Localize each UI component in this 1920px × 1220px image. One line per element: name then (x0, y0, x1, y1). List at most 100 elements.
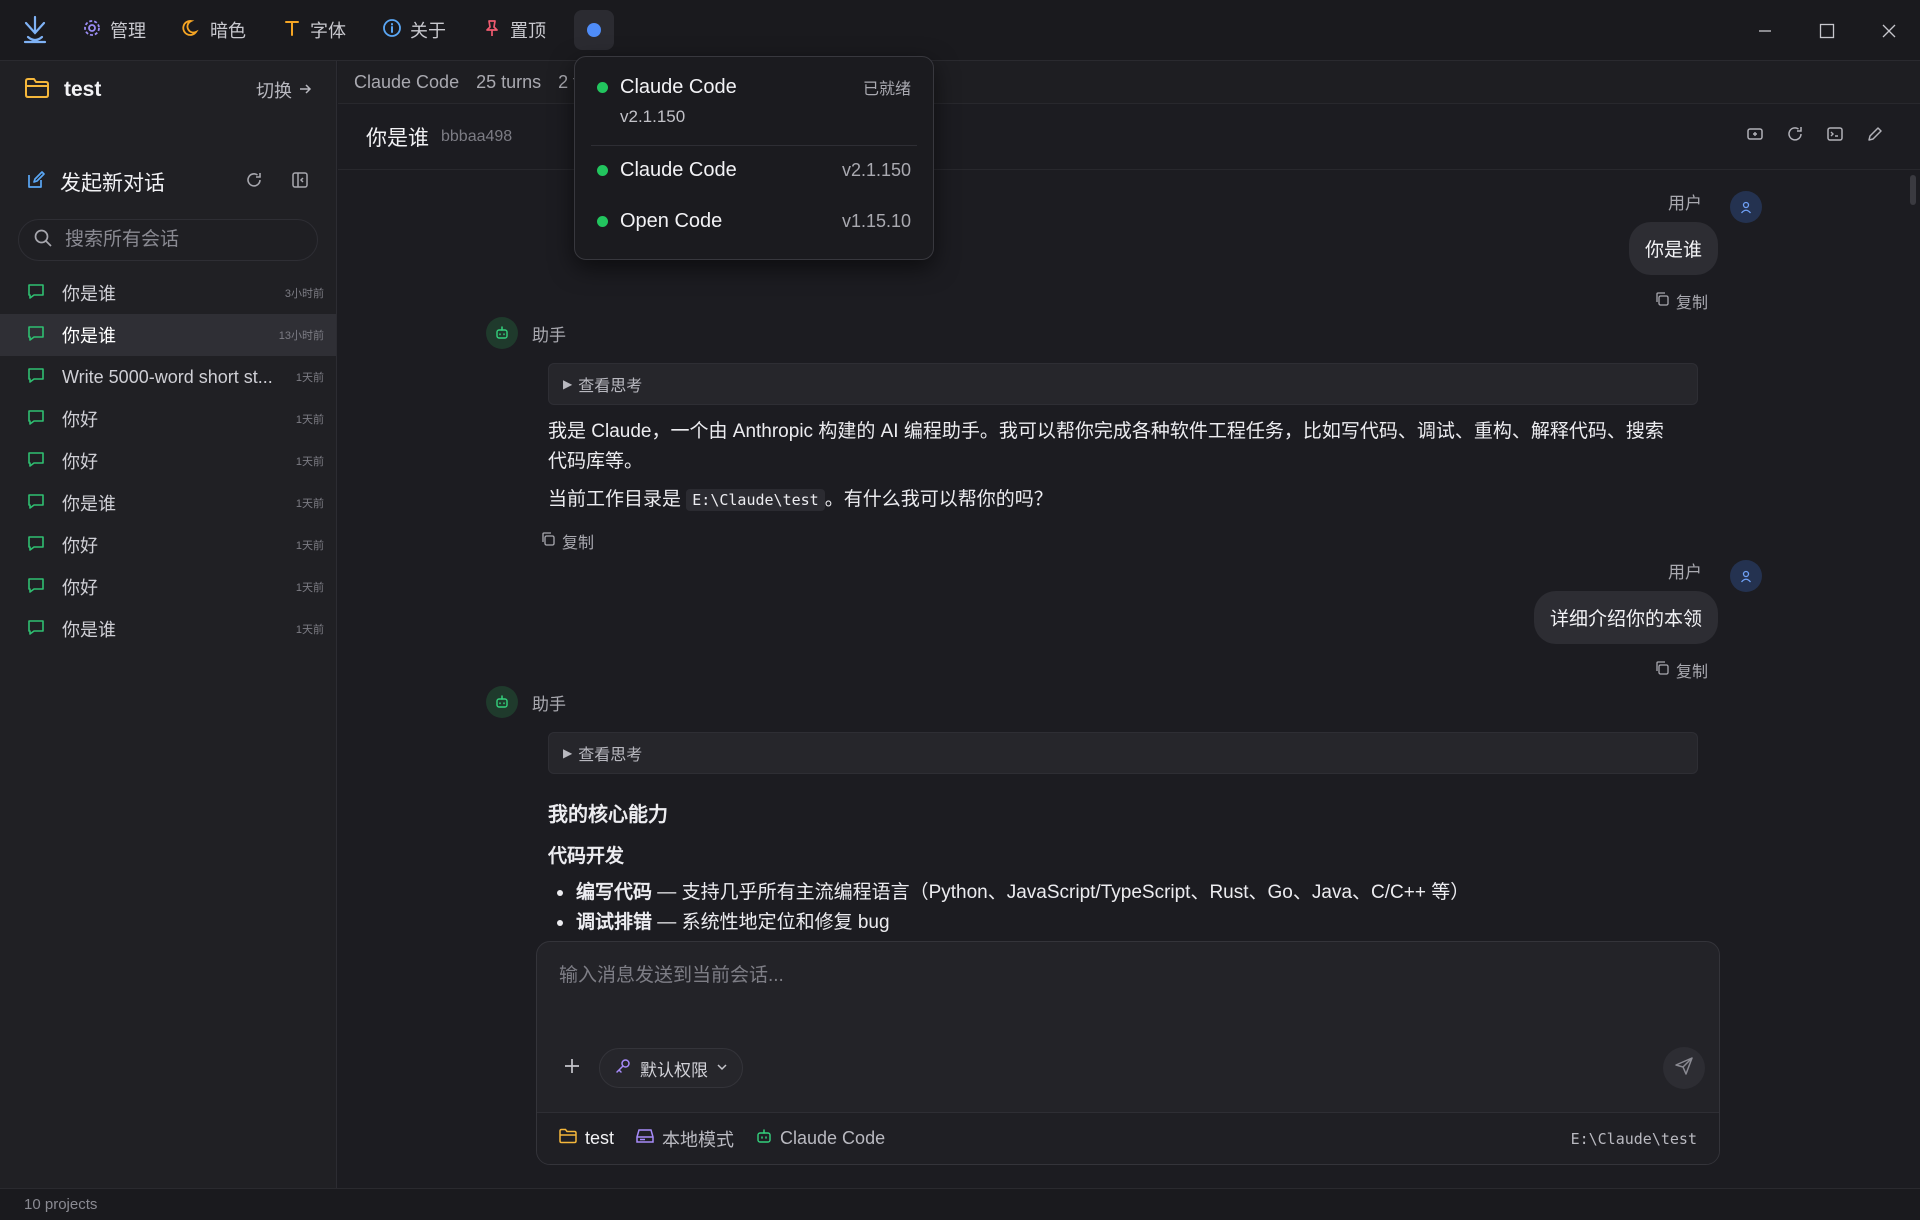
inline-code: E:\Claude\test (686, 489, 825, 511)
send-icon (1674, 1056, 1694, 1081)
conversation-time: 1天前 (295, 582, 324, 594)
menu-about[interactable]: 关于 (370, 11, 458, 49)
project-name: test (64, 78, 102, 101)
conversation-title: 你好 (62, 410, 98, 430)
attach-button[interactable] (557, 1053, 587, 1083)
copy-label: 复制 (1675, 664, 1708, 681)
conversation-item[interactable]: Write 5000-word short st... 1天前 (0, 356, 336, 398)
export-icon[interactable] (1746, 125, 1764, 148)
copy-icon (1654, 660, 1670, 681)
runtime-version: v2.1.150 (620, 107, 686, 126)
status-dot (597, 81, 608, 93)
status-bar: 10 projects (0, 1188, 1920, 1220)
runtime-version: v1.15.10 (841, 211, 911, 231)
conversation-item[interactable]: 你好 1天前 (0, 398, 336, 440)
menu-font[interactable]: 字体 (270, 11, 358, 49)
runtime-dropdown: Claude Code 已就绪 v2.1.150 Claude Code v2.… (574, 56, 934, 260)
conversation-title: 你是谁 (62, 284, 116, 304)
runtime-option[interactable]: Claude Code v2.1.150 (575, 159, 933, 182)
menu-dark-mode-label: 暗色 (210, 21, 246, 41)
refresh-icon[interactable] (1786, 125, 1804, 148)
bot-icon (486, 317, 518, 349)
assistant-label: 助手 (532, 694, 566, 714)
moon-icon (182, 18, 202, 43)
search-icon (33, 228, 53, 253)
footer-runtime[interactable]: Claude Code (756, 1128, 885, 1149)
search-input[interactable] (65, 229, 305, 251)
view-thinking-toggle[interactable]: ▶ 查看思考 (548, 732, 1698, 774)
assistant-paragraph: 当前工作目录是 E:\Claude\test 。有什么我可以帮你的吗？ (548, 485, 1678, 515)
switch-project-button[interactable]: 切换 (256, 77, 312, 103)
scrollbar-thumb[interactable] (1910, 175, 1916, 205)
runtime-name: Claude Code (620, 159, 737, 181)
pin-icon (482, 18, 502, 43)
menu-pin[interactable]: 置顶 (470, 11, 558, 49)
conversation-title: 你好 (62, 536, 98, 556)
menu-manage[interactable]: 管理 (70, 11, 158, 49)
status-dot (597, 165, 608, 176)
composer-footer: test 本地模式 Claude Code E:\Claude\test (537, 1112, 1719, 1164)
footer-mode[interactable]: 本地模式 (636, 1126, 734, 1152)
drive-icon (636, 1128, 654, 1149)
send-button[interactable] (1663, 1047, 1705, 1089)
conversation-item[interactable]: 你是谁 3小时前 (0, 272, 336, 314)
chat-bubble-icon (27, 366, 45, 389)
chat-bubble-icon (27, 408, 45, 431)
project-header: test 切换 (0, 61, 336, 119)
view-thinking-toggle[interactable]: ▶ 查看思考 (548, 363, 1698, 405)
menu-font-label: 字体 (310, 21, 346, 41)
copy-button[interactable]: 复制 (1654, 658, 1708, 682)
terminal-icon[interactable] (1826, 125, 1844, 148)
runtime-option[interactable]: Open Code v1.15.10 (575, 210, 933, 233)
footer-project-label: test (585, 1128, 615, 1148)
footer-project[interactable]: test (559, 1128, 614, 1149)
refresh-icon[interactable] (244, 170, 264, 195)
permission-selector[interactable]: 默认权限 (599, 1048, 743, 1088)
minimize-button[interactable] (1734, 0, 1796, 61)
conversation-item[interactable]: 你是谁 13小时前 (0, 314, 336, 356)
footer-runtime-label: Claude Code (780, 1128, 886, 1148)
triangle-right-icon: ▶ (563, 377, 573, 391)
close-button[interactable] (1858, 0, 1920, 61)
user-bubble: 你是谁 (1628, 222, 1718, 275)
conversation-item[interactable]: 你好 1天前 (0, 524, 336, 566)
conversation-time: 1天前 (295, 372, 324, 384)
conversation-time: 1天前 (295, 624, 324, 636)
conversation-list: 你是谁 3小时前 你是谁 13小时前 Write 5000-word short… (0, 272, 336, 650)
conversation-time: 1天前 (295, 414, 324, 426)
chat-bubble-icon (27, 282, 45, 305)
permission-label: 默认权限 (640, 1060, 708, 1080)
runtime-name: Open Code (620, 210, 723, 232)
conversation-time: 3小时前 (284, 288, 324, 300)
list-item: 编写代码 — 支持几乎所有主流编程语言（Python、JavaScript/Ty… (548, 878, 1678, 908)
new-chat-row[interactable]: 发起新对话 (0, 153, 336, 211)
conversation-time: 13小时前 (278, 330, 324, 342)
runtime-status-button[interactable] (574, 10, 614, 50)
conversation-item[interactable]: 你是谁 1天前 (0, 482, 336, 524)
user-bubble: 详细介绍你的本领 (1533, 591, 1718, 644)
copy-button[interactable]: 复制 (1654, 289, 1708, 313)
subsection-heading: 代码开发 (548, 846, 625, 867)
pencil-icon[interactable] (1866, 125, 1884, 148)
gear-icon (82, 18, 102, 43)
divider (591, 145, 917, 146)
chat-bubble-icon (27, 450, 45, 473)
status-dot (597, 216, 608, 227)
window-controls (1734, 0, 1920, 61)
message-input[interactable] (559, 960, 1679, 1030)
collapse-sidebar-icon[interactable] (290, 170, 310, 195)
list-item: 调试排错 — 系统性地定位和修复 bug (548, 908, 1678, 938)
app-logo (0, 0, 70, 61)
copy-icon (540, 531, 556, 552)
maximize-button[interactable] (1796, 0, 1858, 61)
conversation-item[interactable]: 你好 1天前 (0, 566, 336, 608)
conversation-title: Write 5000-word short st... (62, 366, 273, 387)
search-box[interactable] (18, 219, 318, 261)
conversation-item[interactable]: 你是谁 1天前 (0, 608, 336, 650)
conversation-item[interactable]: 你好 1天前 (0, 440, 336, 482)
text-fragment: 当前工作目录是 (548, 489, 687, 510)
menu-dark-mode[interactable]: 暗色 (170, 11, 258, 49)
folder-icon (24, 77, 50, 104)
copy-button[interactable]: 复制 (540, 529, 1636, 553)
runtime-option-active[interactable]: Claude Code 已就绪 (575, 75, 933, 99)
